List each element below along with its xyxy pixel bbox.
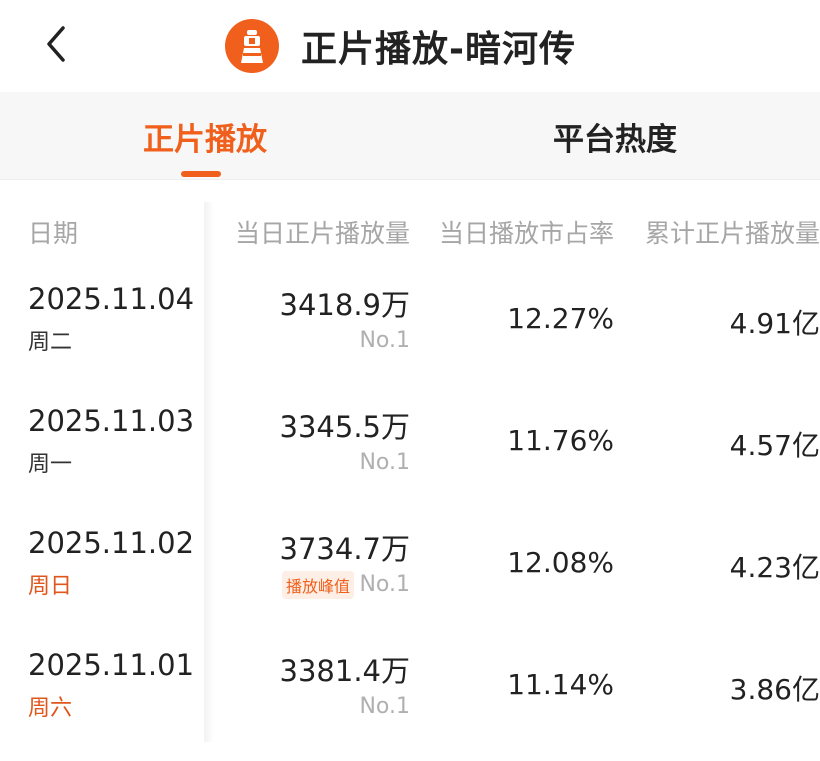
row-market-share: 11.14%	[507, 668, 614, 701]
row-daily-plays: 3734.7万	[279, 532, 410, 566]
row-daily-plays: 3418.9万	[279, 288, 410, 322]
top-bar: 正片播放-暗河传	[0, 0, 820, 92]
row-weekday: 周二	[28, 330, 73, 355]
table-row[interactable]: 2025.11.04 周二 3418.9万 No.1 12.27% 4.91亿	[0, 282, 820, 404]
row-rank: No.1	[359, 328, 410, 353]
row-weekday: 周日	[28, 574, 73, 599]
column-header-total-plays[interactable]: 累计正片播放量	[645, 214, 820, 250]
row-total-plays: 3.86亿	[729, 673, 820, 706]
column-header-daily-plays[interactable]: 当日正片播放量	[235, 214, 410, 250]
active-tab-indicator	[181, 171, 221, 177]
title-group: 正片播放-暗河传	[225, 14, 576, 78]
row-daily-plays: 3381.4万	[279, 654, 410, 688]
row-market-share: 12.08%	[507, 546, 614, 579]
row-rank: No.1	[359, 572, 410, 597]
row-date: 2025.11.04	[28, 282, 195, 316]
row-rank: No.1	[359, 694, 410, 719]
row-weekday: 周一	[28, 452, 73, 477]
tab-platform-heat[interactable]: 平台热度	[410, 92, 820, 180]
lighthouse-logo-icon	[225, 19, 279, 73]
row-date: 2025.11.03	[28, 404, 195, 438]
page-title: 正片播放-暗河传	[301, 29, 576, 70]
row-market-share: 12.27%	[507, 302, 614, 335]
tab-episode-plays[interactable]: 正片播放	[0, 92, 410, 180]
row-date: 2025.11.01	[28, 648, 195, 682]
chevron-left-icon	[47, 26, 65, 62]
row-total-plays: 4.57亿	[729, 429, 820, 462]
row-weekday: 周六	[28, 696, 73, 721]
table-row[interactable]: 2025.11.01 周六 3381.4万 No.1 11.14% 3.86亿	[0, 648, 820, 761]
row-daily-plays: 3345.5万	[279, 410, 410, 444]
row-total-plays: 4.23亿	[729, 551, 820, 584]
table-row[interactable]: 2025.11.02 周日 3734.7万 播放峰值 No.1 12.08% 4…	[0, 526, 820, 648]
table-row[interactable]: 2025.11.03 周一 3345.5万 No.1 11.76% 4.57亿	[0, 404, 820, 526]
peak-badge: 播放峰值	[281, 571, 354, 599]
row-total-plays: 4.91亿	[729, 307, 820, 340]
row-market-share: 11.76%	[507, 424, 614, 457]
plays-table: 日期 当日正片播放量 当日播放市占率 累计正片播放量 2025.11.04 周二…	[0, 182, 820, 761]
column-header-market-share[interactable]: 当日播放市占率	[439, 214, 614, 250]
back-button[interactable]	[36, 22, 76, 66]
tab-bar: 正片播放 平台热度	[0, 92, 820, 180]
row-date: 2025.11.02	[28, 526, 195, 560]
row-rank: No.1	[359, 450, 410, 475]
column-header-date: 日期	[28, 219, 79, 248]
